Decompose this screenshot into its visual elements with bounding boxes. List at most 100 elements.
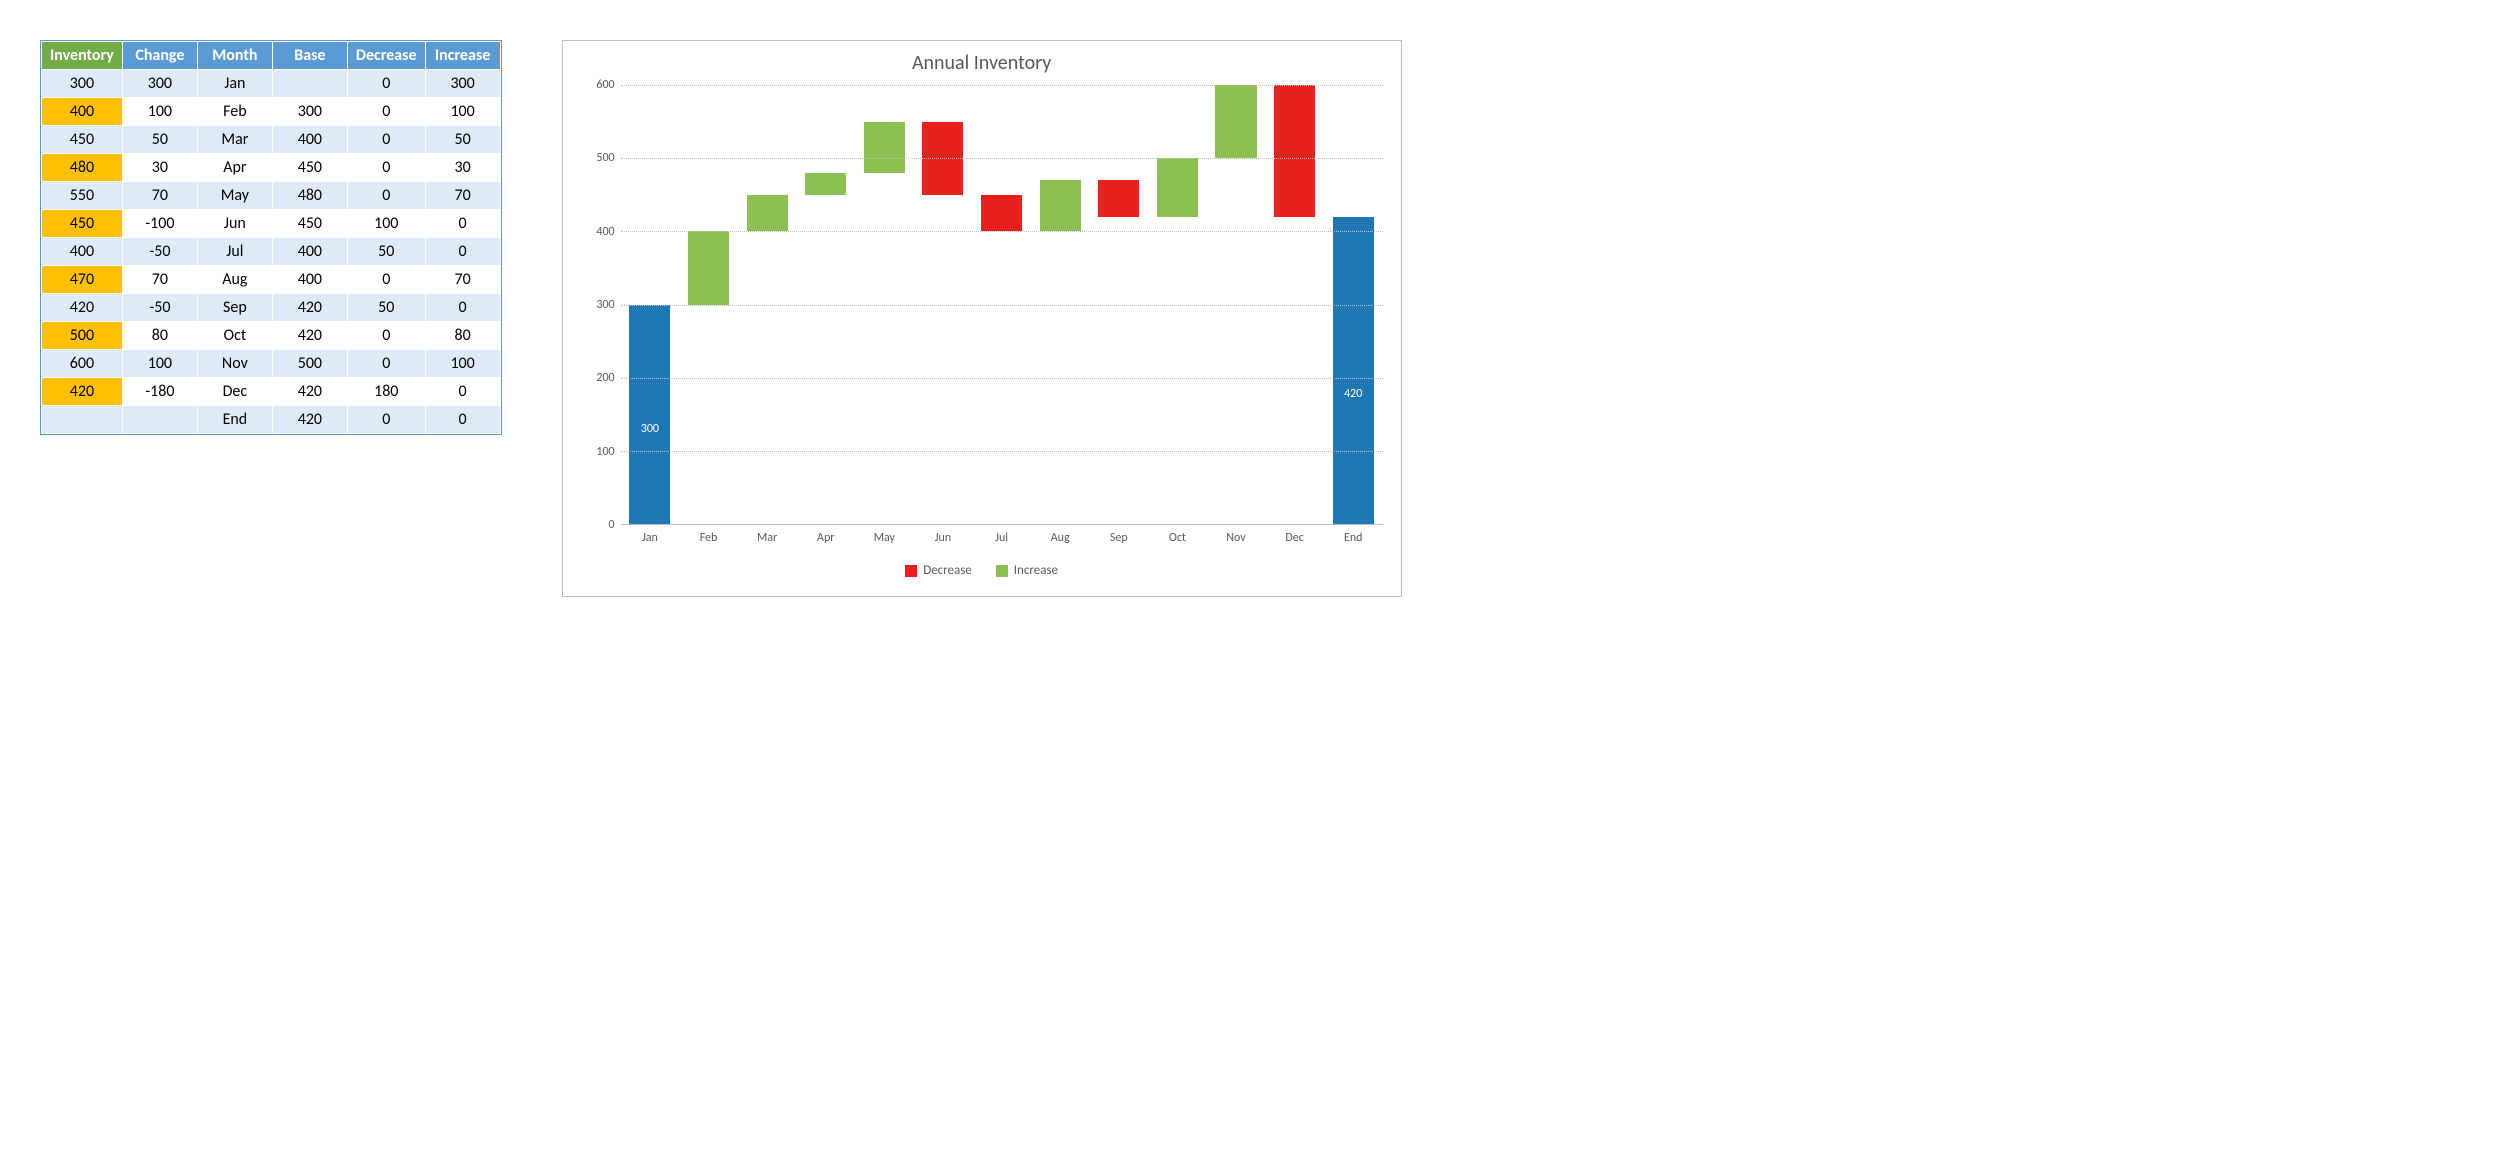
legend-item-increase: Increase xyxy=(996,563,1058,578)
table-cell: 100 xyxy=(425,98,500,126)
table-cell: 400 xyxy=(42,98,123,126)
decrease-bar xyxy=(981,195,1022,232)
table-cell: 100 xyxy=(347,210,425,238)
x-tick-label: Aug xyxy=(1031,531,1090,545)
table-cell: 30 xyxy=(122,154,197,182)
table-cell: 0 xyxy=(347,406,425,434)
decrease-bar xyxy=(1098,180,1139,217)
y-tick-label: 600 xyxy=(581,78,615,92)
table-cell: -180 xyxy=(122,378,197,406)
table-cell: 450 xyxy=(272,154,347,182)
table-cell: 550 xyxy=(42,182,123,210)
col-header: Change xyxy=(122,42,197,70)
x-axis: JanFebMarAprMayJunJulAugSepOctNovDecEnd xyxy=(621,525,1383,545)
y-tick-label: 100 xyxy=(581,445,615,459)
y-tick-label: 300 xyxy=(581,298,615,312)
x-tick-label: Jan xyxy=(621,531,680,545)
table-cell xyxy=(42,406,123,434)
table-cell: Jun xyxy=(197,210,272,238)
table-cell: 50 xyxy=(347,238,425,266)
table-cell: 450 xyxy=(42,126,123,154)
table-cell: 30 xyxy=(425,154,500,182)
col-header: Month xyxy=(197,42,272,70)
table-cell: 100 xyxy=(425,350,500,378)
table-cell: 0 xyxy=(347,350,425,378)
table-cell: 420 xyxy=(272,322,347,350)
bar-value-label: 300 xyxy=(629,422,670,436)
col-header: Base xyxy=(272,42,347,70)
table-cell: 100 xyxy=(122,98,197,126)
chart-title: Annual Inventory xyxy=(581,51,1383,75)
table-cell: Aug xyxy=(197,266,272,294)
table-cell: 300 xyxy=(42,70,123,98)
table-cell: 0 xyxy=(425,406,500,434)
total-bar: 300 xyxy=(629,305,670,525)
increase-bar xyxy=(747,195,788,232)
y-tick-label: 400 xyxy=(581,225,615,239)
table-cell: 0 xyxy=(425,210,500,238)
y-tick-label: 500 xyxy=(581,151,615,165)
table-cell: 400 xyxy=(42,238,123,266)
table-cell: Dec xyxy=(197,378,272,406)
table-cell: Nov xyxy=(197,350,272,378)
table-cell: 0 xyxy=(425,294,500,322)
total-bar: 420 xyxy=(1333,217,1374,524)
table-cell: 70 xyxy=(425,182,500,210)
table-cell: Mar xyxy=(197,126,272,154)
table-cell: 480 xyxy=(42,154,123,182)
x-tick-label: Apr xyxy=(796,531,855,545)
table-cell: 0 xyxy=(425,378,500,406)
table-cell: Oct xyxy=(197,322,272,350)
table-cell: 50 xyxy=(347,294,425,322)
table-cell: 100 xyxy=(122,350,197,378)
table-cell xyxy=(122,406,197,434)
y-tick-label: 200 xyxy=(581,371,615,385)
increase-bar xyxy=(688,231,729,304)
legend-item-decrease: Decrease xyxy=(905,563,972,578)
table-cell: 300 xyxy=(425,70,500,98)
table-cell: 420 xyxy=(42,378,123,406)
table-cell: Jan xyxy=(197,70,272,98)
chart-legend: Decrease Increase xyxy=(581,563,1383,578)
x-tick-label: Dec xyxy=(1265,531,1324,545)
table-cell: 0 xyxy=(347,322,425,350)
swatch-decrease-icon xyxy=(905,565,917,577)
legend-label: Decrease xyxy=(923,563,972,578)
table-cell: End xyxy=(197,406,272,434)
table-cell: 500 xyxy=(272,350,347,378)
increase-bar xyxy=(864,122,905,173)
x-tick-label: Sep xyxy=(1089,531,1148,545)
table-cell: 420 xyxy=(272,294,347,322)
table-cell: Sep xyxy=(197,294,272,322)
table-cell: 70 xyxy=(122,182,197,210)
table-cell: Apr xyxy=(197,154,272,182)
y-axis: 0100200300400500600 xyxy=(581,85,621,525)
table-cell: 300 xyxy=(272,98,347,126)
x-tick-label: Feb xyxy=(679,531,738,545)
y-tick-label: 0 xyxy=(581,518,615,532)
table-cell: 400 xyxy=(272,126,347,154)
bar-value-label: 420 xyxy=(1333,387,1374,401)
table-cell: Feb xyxy=(197,98,272,126)
table-cell: -100 xyxy=(122,210,197,238)
table-cell: 80 xyxy=(425,322,500,350)
swatch-increase-icon xyxy=(996,565,1008,577)
table-cell: 0 xyxy=(347,126,425,154)
table-cell: 600 xyxy=(42,350,123,378)
table-cell: May xyxy=(197,182,272,210)
x-tick-label: Jun xyxy=(914,531,973,545)
table-cell: 80 xyxy=(122,322,197,350)
table-cell: 50 xyxy=(425,126,500,154)
table-cell: 0 xyxy=(347,70,425,98)
x-tick-label: May xyxy=(855,531,914,545)
table-cell: 300 xyxy=(122,70,197,98)
table-cell: 0 xyxy=(347,182,425,210)
table-cell: 70 xyxy=(122,266,197,294)
table-cell: Jul xyxy=(197,238,272,266)
table-cell: 450 xyxy=(42,210,123,238)
table-cell: 420 xyxy=(42,294,123,322)
increase-bar xyxy=(1157,158,1198,217)
table-cell: 0 xyxy=(347,266,425,294)
table-cell: 470 xyxy=(42,266,123,294)
table-cell: 420 xyxy=(272,378,347,406)
